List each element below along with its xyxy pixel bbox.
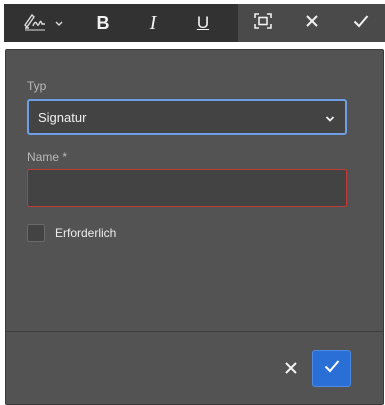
signature-pen-icon <box>23 11 47 36</box>
toolbar-close-button[interactable] <box>287 4 336 42</box>
signature-tool-button[interactable] <box>4 4 78 42</box>
required-label: Erforderlich <box>55 226 117 240</box>
chevron-down-icon <box>325 111 335 126</box>
type-select[interactable]: Signatur <box>27 99 347 135</box>
checkmark-icon <box>353 14 369 33</box>
type-select-value: Signatur <box>38 109 87 125</box>
bold-button[interactable]: B <box>78 4 128 42</box>
checkmark-icon <box>324 359 340 378</box>
formatting-toolbar: B I U <box>4 4 385 42</box>
footer-divider <box>6 331 383 332</box>
chevron-down-icon <box>55 14 63 32</box>
toolbar-confirm-button[interactable] <box>336 4 385 42</box>
field-properties-panel: Typ Signatur Name * Erforderlich <box>5 49 384 405</box>
close-icon <box>284 361 298 380</box>
type-label: Typ <box>27 79 47 93</box>
name-label: Name * <box>27 150 68 164</box>
cancel-button[interactable] <box>280 359 302 381</box>
toolbar-actions <box>238 4 385 42</box>
italic-button[interactable]: I <box>128 4 178 42</box>
fit-frame-icon <box>253 12 272 34</box>
ok-button[interactable] <box>312 350 351 387</box>
fit-frame-button[interactable] <box>238 4 287 42</box>
underline-button[interactable]: U <box>178 4 228 42</box>
close-icon <box>305 14 319 33</box>
required-checkbox[interactable] <box>27 224 45 242</box>
name-field[interactable] <box>27 169 347 207</box>
